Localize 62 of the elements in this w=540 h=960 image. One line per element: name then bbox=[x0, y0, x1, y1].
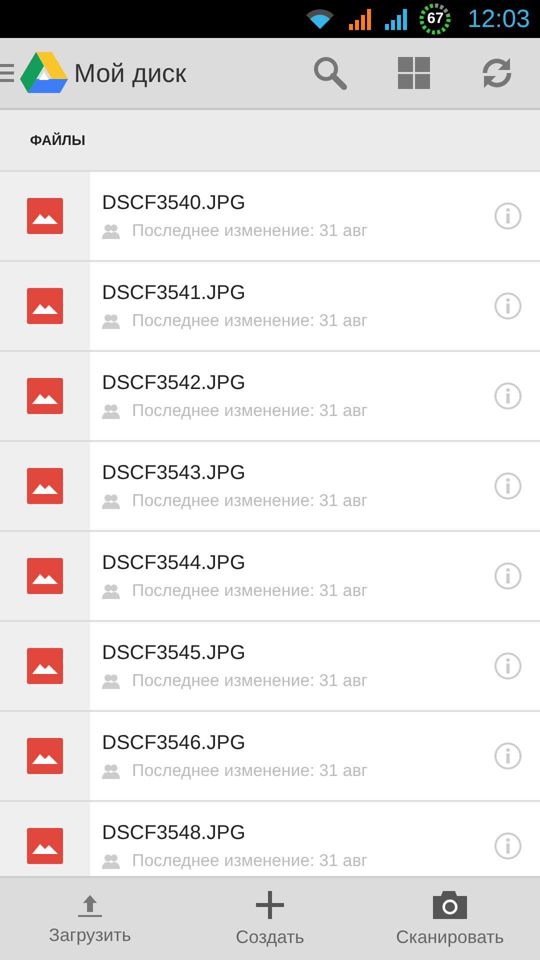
people-icon bbox=[102, 762, 120, 778]
file-name: DSCF3546.JPG bbox=[102, 732, 246, 754]
image-file-icon bbox=[27, 828, 63, 864]
image-file-icon bbox=[27, 288, 63, 324]
image-file-icon bbox=[27, 378, 63, 414]
file-name: DSCF3542.JPG bbox=[102, 372, 246, 394]
info-icon[interactable] bbox=[494, 382, 522, 410]
grid-view-icon[interactable] bbox=[398, 57, 430, 89]
modified-date: Последнее изменение: 31 авг bbox=[132, 220, 368, 240]
modified-date: Последнее изменение: 31 авг bbox=[132, 580, 368, 600]
signal-icon bbox=[383, 8, 408, 30]
signal-icon bbox=[347, 8, 372, 30]
people-icon bbox=[102, 312, 120, 328]
file-row[interactable]: DSCF3544.JPG Последнее изменение: 31 авг bbox=[0, 532, 540, 622]
info-icon[interactable] bbox=[494, 742, 522, 770]
camera-icon bbox=[433, 890, 467, 918]
file-row[interactable]: DSCF3540.JPG Последнее изменение: 31 авг bbox=[0, 172, 540, 262]
info-icon[interactable] bbox=[494, 562, 522, 590]
file-name: DSCF3543.JPG bbox=[102, 462, 246, 484]
modified-date: Последнее изменение: 31 авг bbox=[132, 490, 368, 510]
wifi-icon bbox=[305, 8, 336, 30]
search-icon[interactable] bbox=[312, 55, 348, 91]
file-row[interactable]: DSCF3545.JPG Последнее изменение: 31 авг bbox=[0, 622, 540, 712]
people-icon bbox=[102, 672, 120, 688]
image-file-icon bbox=[27, 198, 63, 234]
info-icon[interactable] bbox=[494, 202, 522, 230]
info-icon[interactable] bbox=[494, 832, 522, 860]
modified-date: Последнее изменение: 31 авг bbox=[132, 310, 368, 330]
modified-date: Последнее изменение: 31 авг bbox=[132, 760, 368, 780]
image-file-icon bbox=[27, 558, 63, 594]
battery-indicator: 67 bbox=[419, 3, 452, 35]
file-row[interactable]: DSCF3542.JPG Последнее изменение: 31 авг bbox=[0, 352, 540, 442]
plus-icon bbox=[256, 890, 284, 918]
image-file-icon bbox=[27, 648, 63, 684]
info-icon[interactable] bbox=[494, 652, 522, 680]
upload-icon bbox=[77, 892, 103, 916]
file-row[interactable]: DSCF3541.JPG Последнее изменение: 31 авг bbox=[0, 262, 540, 352]
info-icon[interactable] bbox=[494, 472, 522, 500]
modified-date: Последнее изменение: 31 авг bbox=[132, 850, 368, 870]
file-name: DSCF3545.JPG bbox=[102, 642, 246, 664]
file-name: DSCF3541.JPG bbox=[102, 282, 246, 304]
people-icon bbox=[102, 222, 120, 238]
file-name: DSCF3548.JPG bbox=[102, 822, 246, 844]
file-name: DSCF3540.JPG bbox=[102, 192, 246, 214]
menu-icon[interactable] bbox=[0, 62, 14, 84]
file-row[interactable]: DSCF3543.JPG Последнее изменение: 31 авг bbox=[0, 442, 540, 532]
image-file-icon bbox=[27, 738, 63, 774]
refresh-icon[interactable] bbox=[480, 56, 514, 90]
file-name: DSCF3544.JPG bbox=[102, 552, 246, 574]
modified-date: Последнее изменение: 31 авг bbox=[132, 400, 368, 420]
info-icon[interactable] bbox=[494, 292, 522, 320]
people-icon bbox=[102, 402, 120, 418]
section-heading: ФАЙЛЫ bbox=[30, 132, 86, 148]
drive-logo-icon[interactable] bbox=[20, 52, 68, 94]
modified-date: Последнее изменение: 31 авг bbox=[132, 670, 368, 690]
file-row[interactable]: DSCF3546.JPG Последнее изменение: 31 авг bbox=[0, 712, 540, 802]
people-icon bbox=[102, 582, 120, 598]
screen-title: Мой диск bbox=[74, 58, 186, 88]
image-file-icon bbox=[27, 468, 63, 504]
people-icon bbox=[102, 492, 120, 508]
people-icon bbox=[102, 852, 120, 868]
clock-time: 12:03 bbox=[467, 4, 530, 34]
